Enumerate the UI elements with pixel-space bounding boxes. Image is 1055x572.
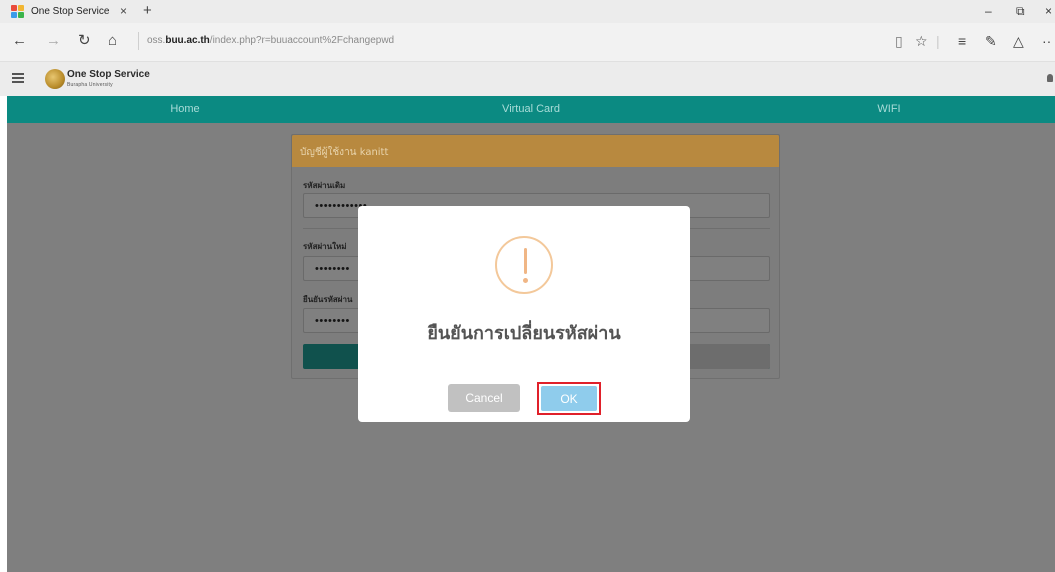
arrow-left-icon[interactable]: ← <box>12 32 27 50</box>
nav-wifi[interactable]: WIFI <box>877 103 900 115</box>
url-domain: buu.ac.th <box>165 35 210 46</box>
dialog-title: ยืนยันการเปลี่ยนรหัสผ่าน <box>427 323 621 344</box>
reading-view-icon[interactable]: ▯ <box>895 33 903 49</box>
university-logo[interactable] <box>45 69 65 89</box>
star-icon[interactable]: ☆ <box>915 33 928 49</box>
browser-tab[interactable]: One Stop Service × <box>8 0 135 23</box>
refresh-icon[interactable]: ↻ <box>78 32 91 50</box>
new-password-label: รหัสผ่านใหม่ <box>303 242 347 251</box>
new-tab-button[interactable]: + <box>143 2 152 20</box>
share-icon[interactable]: △ <box>1013 33 1024 49</box>
restore-button[interactable]: ⧉ <box>1016 3 1025 19</box>
panel-title: บัญชีผู้ใช้งาน kanitt <box>300 147 389 158</box>
confirm-password-label: ยืนยันรหัสผ่าน <box>303 295 353 304</box>
minimize-button[interactable]: – <box>985 3 992 19</box>
close-window-button[interactable]: × <box>1045 3 1052 19</box>
url-path: /index.php?r=buuaccount%2Fchangepwd <box>209 35 395 46</box>
toolbar-divider: | <box>936 33 940 49</box>
home-icon[interactable]: ⌂ <box>108 32 117 50</box>
tab-title: One Stop Service <box>31 6 110 17</box>
old-password-label: รหัสผ่านเดิม <box>303 181 346 190</box>
more-icon[interactable]: ·· <box>1042 33 1051 49</box>
site-header: One Stop Service Burapha University <box>0 62 1055 96</box>
notification-bell-icon[interactable] <box>1047 74 1053 82</box>
new-password-value: •••••••• <box>315 263 350 275</box>
arrow-right-icon[interactable]: → <box>46 32 61 50</box>
web-note-icon[interactable]: ✎ <box>985 33 997 49</box>
ok-button[interactable]: OK <box>541 386 597 411</box>
url-divider <box>138 32 139 50</box>
browser-address-bar: ← → ↻ ⌂ oss.buu.ac.th/index.php?r=buuacc… <box>0 23 1055 62</box>
nav-virtual-card[interactable]: Virtual Card <box>502 103 560 115</box>
main-nav: Home Virtual Card WIFI <box>7 96 1055 123</box>
nav-home[interactable]: Home <box>170 103 199 115</box>
site-logo-text[interactable]: One Stop Service Burapha University <box>67 69 150 91</box>
site-favicon-icon <box>11 4 25 19</box>
warning-icon <box>495 236 553 294</box>
confirm-password-value: •••••••• <box>315 315 350 327</box>
reset-button[interactable] <box>690 344 770 369</box>
logo-title: One Stop Service <box>67 69 150 80</box>
cancel-button[interactable]: Cancel <box>448 384 520 412</box>
browser-tab-bar: One Stop Service × + – ⧉ × <box>0 0 1055 23</box>
confirm-dialog: ยืนยันการเปลี่ยนรหัสผ่าน Cancel OK <box>358 206 690 422</box>
panel-header: บัญชีผู้ใช้งาน kanitt <box>292 135 779 167</box>
hamburger-icon[interactable] <box>12 73 24 83</box>
logo-subtitle: Burapha University <box>67 82 113 88</box>
url-field[interactable]: oss.buu.ac.th/index.php?r=buuaccount%2Fc… <box>147 35 394 46</box>
tab-close-icon[interactable]: × <box>120 4 127 18</box>
url-prefix: oss. <box>147 35 166 46</box>
hub-icon[interactable]: ≡ <box>958 33 966 49</box>
